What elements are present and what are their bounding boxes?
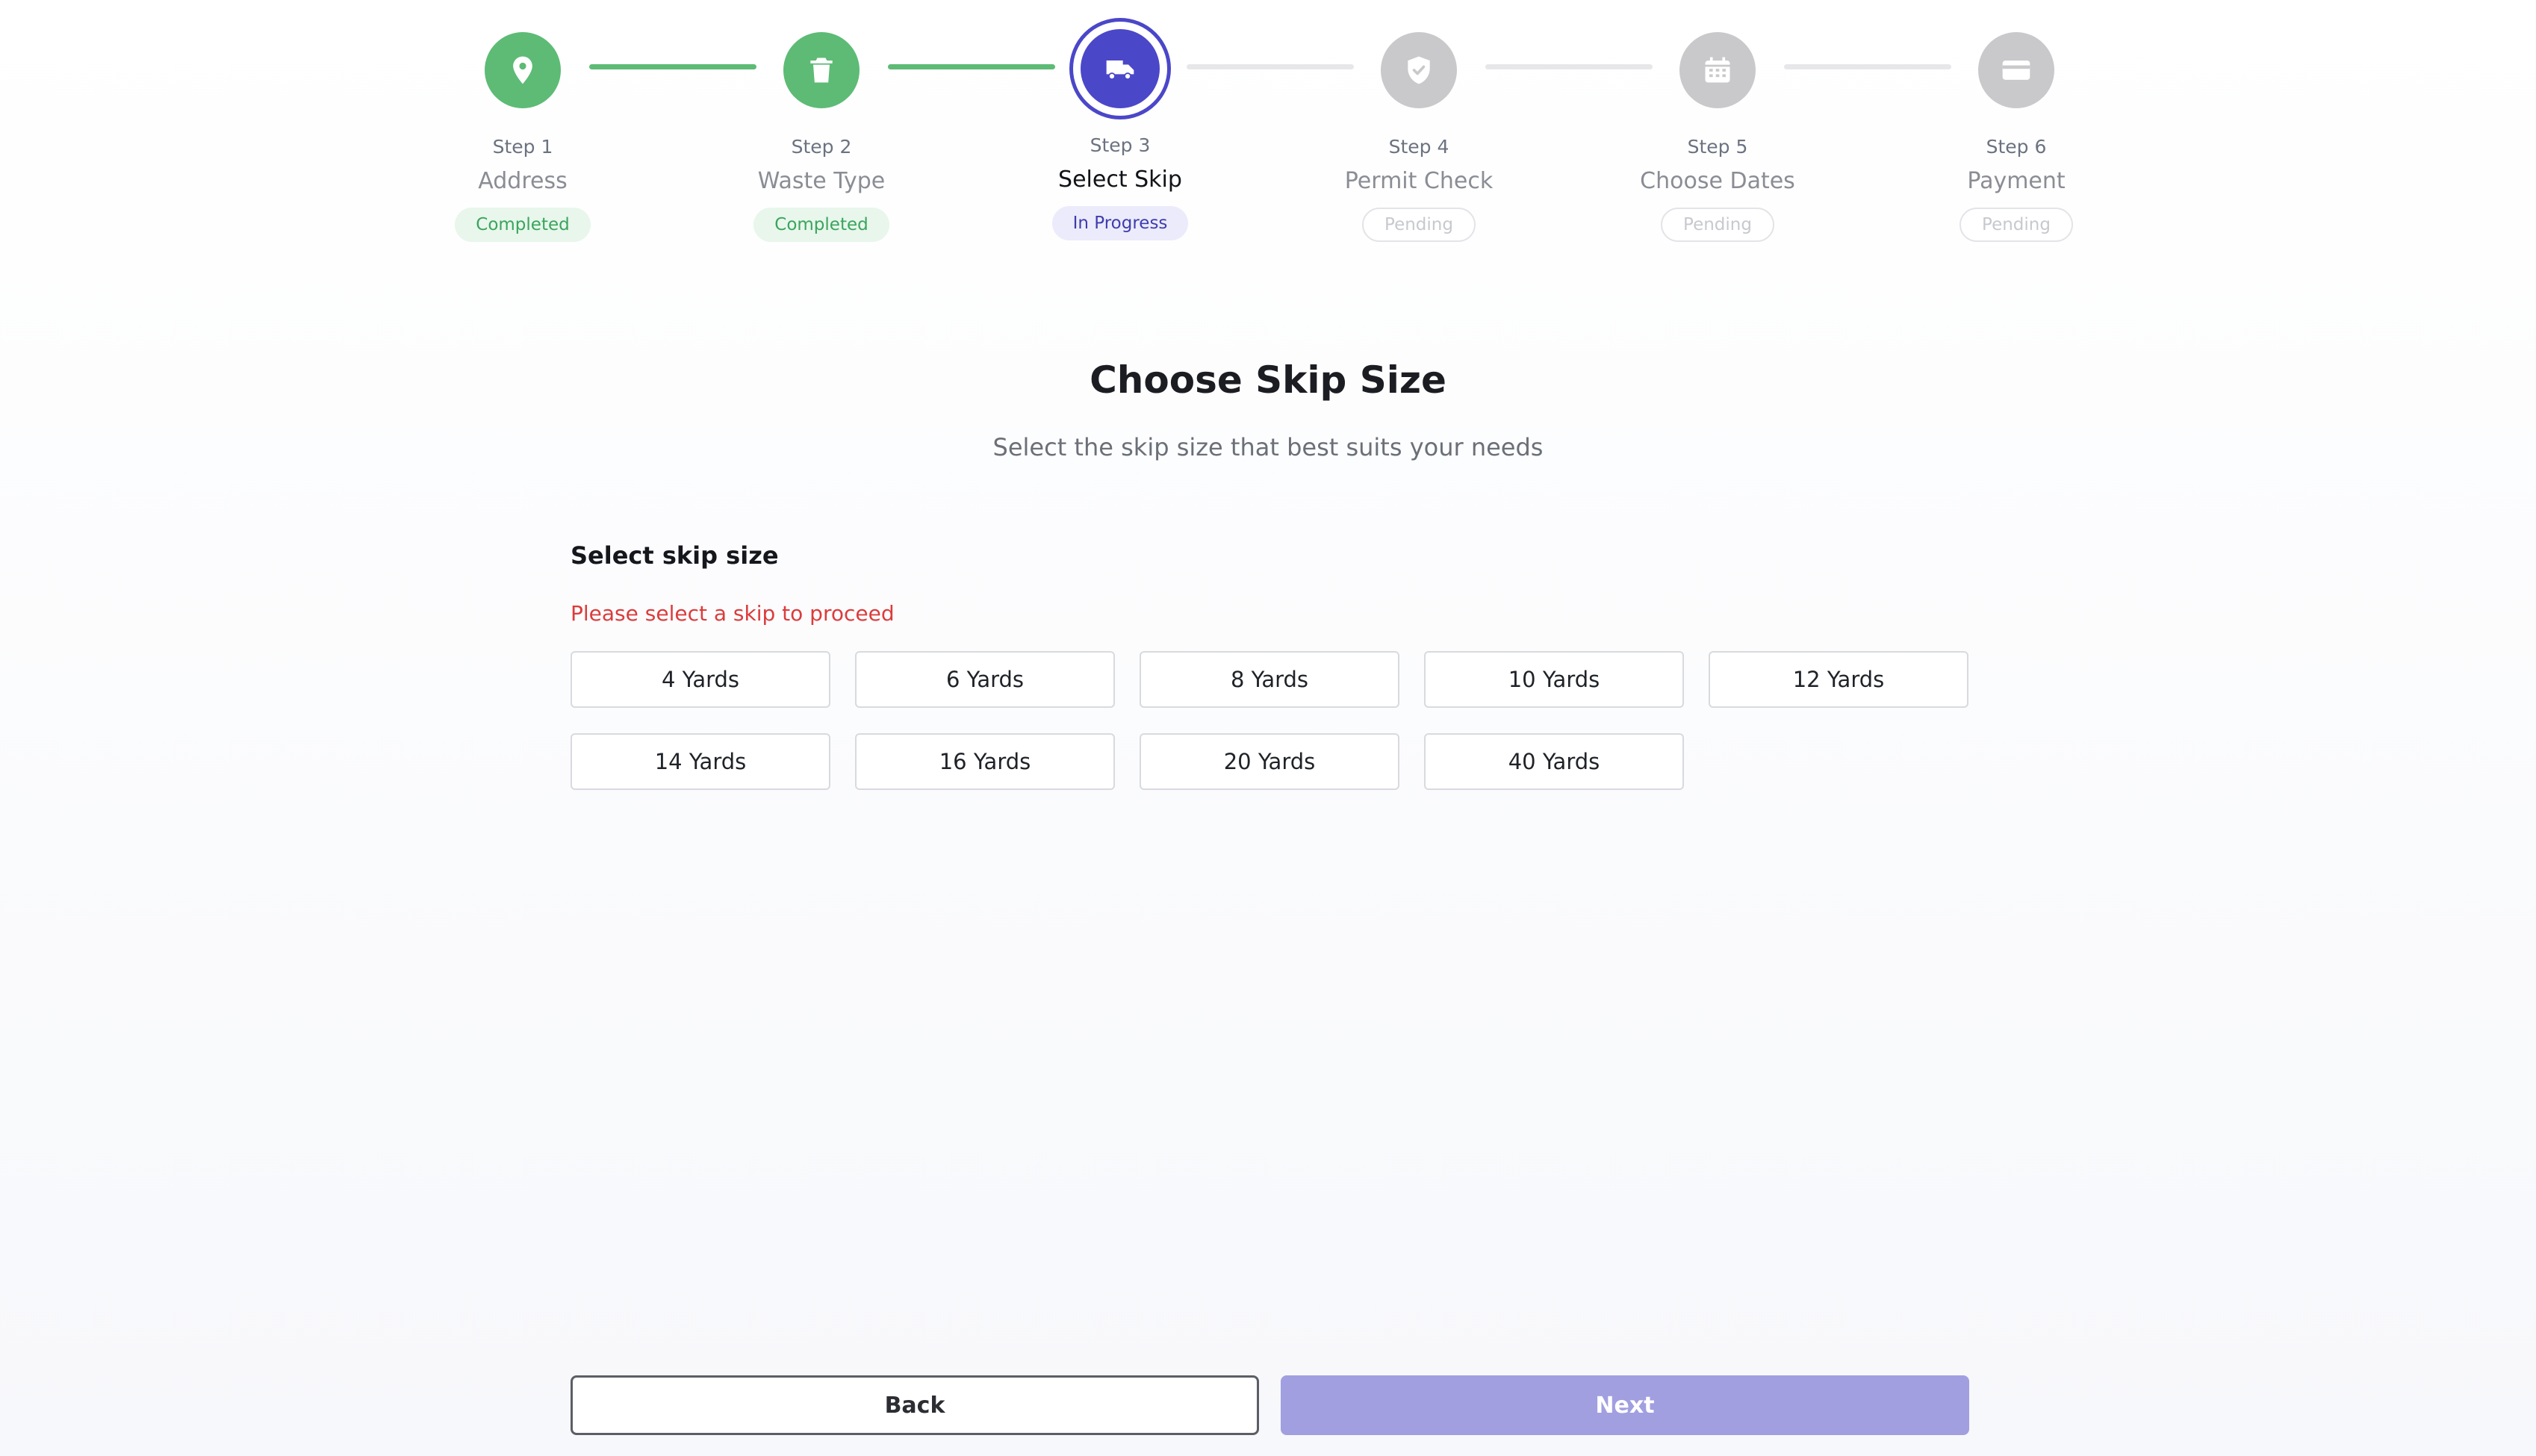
- step-permit-check[interactable]: Step 4 Permit Check Pending: [1269, 0, 1568, 242]
- calendar-icon: [1705, 57, 1730, 83]
- status-badge: In Progress: [1051, 206, 1189, 240]
- step-number: Step 6: [1986, 136, 2047, 158]
- step-waste-type[interactable]: Step 2 Waste Type Completed: [672, 0, 971, 242]
- step-number: Step 3: [1090, 134, 1151, 156]
- status-badge: Completed: [455, 208, 591, 242]
- step-circle: [1978, 32, 2054, 108]
- skip-size-label: Select skip size: [571, 541, 779, 570]
- step-name: Select Skip: [1058, 167, 1182, 193]
- skip-hire-wizard: Step 1 Address Completed Step 2 Waste Ty…: [0, 0, 2536, 1456]
- page-title: Choose Skip Size: [1090, 358, 1446, 402]
- back-button[interactable]: Back: [571, 1375, 1259, 1435]
- skip-option-14-yards[interactable]: 14 Yards: [571, 733, 830, 790]
- status-badge: Pending: [1661, 208, 1774, 242]
- skip-option-20-yards[interactable]: 20 Yards: [1140, 733, 1399, 790]
- step-name: Address: [478, 168, 568, 194]
- credit-card-icon: [2002, 60, 2030, 80]
- step-circle: [1081, 29, 1160, 108]
- step-circle: [485, 32, 561, 108]
- shield-check-icon: [1408, 56, 1430, 84]
- skip-option-16-yards[interactable]: 16 Yards: [855, 733, 1115, 790]
- step-address[interactable]: Step 1 Address Completed: [373, 0, 672, 242]
- skip-size-options: 4 Yards 6 Yards 8 Yards 10 Yards 12 Yard…: [571, 651, 1968, 790]
- step-choose-dates[interactable]: Step 5 Choose Dates Pending: [1568, 0, 1867, 242]
- status-badge: Pending: [1362, 208, 1476, 242]
- status-badge: Pending: [1960, 208, 2073, 242]
- wizard-footer: Back Next: [0, 1337, 2536, 1456]
- skip-option-6-yards[interactable]: 6 Yards: [855, 651, 1115, 708]
- skip-option-12-yards[interactable]: 12 Yards: [1709, 651, 1968, 708]
- trash-icon: [810, 57, 833, 83]
- validation-error: Please select a skip to proceed: [571, 601, 895, 626]
- page-subtitle: Select the skip size that best suits you…: [992, 433, 1544, 461]
- step-payment[interactable]: Step 6 Payment Pending: [1867, 0, 2166, 242]
- step-circle: [1679, 32, 1756, 108]
- skip-option-8-yards[interactable]: 8 Yards: [1140, 651, 1399, 708]
- step-name: Choose Dates: [1640, 168, 1795, 194]
- status-badge: Completed: [753, 208, 889, 242]
- progress-stepper: Step 1 Address Completed Step 2 Waste Ty…: [0, 0, 2536, 269]
- skip-option-10-yards[interactable]: 10 Yards: [1424, 651, 1684, 708]
- step-name: Waste Type: [757, 168, 886, 194]
- step-circle: [783, 32, 860, 108]
- step-number: Step 1: [492, 136, 553, 158]
- step-name: Payment: [1967, 168, 2066, 194]
- step-number: Step 4: [1388, 136, 1449, 158]
- next-button[interactable]: Next: [1281, 1375, 1969, 1435]
- map-pin-icon: [513, 56, 532, 84]
- skip-option-4-yards[interactable]: 4 Yards: [571, 651, 830, 708]
- skip-option-40-yards[interactable]: 40 Yards: [1424, 733, 1684, 790]
- step-number: Step 2: [791, 136, 852, 158]
- step-select-skip[interactable]: Step 3 Select Skip In Progress: [971, 0, 1269, 240]
- truck-icon: [1106, 60, 1134, 81]
- step-circle: [1381, 32, 1457, 108]
- step-number: Step 5: [1687, 136, 1748, 158]
- step-name: Permit Check: [1344, 168, 1494, 194]
